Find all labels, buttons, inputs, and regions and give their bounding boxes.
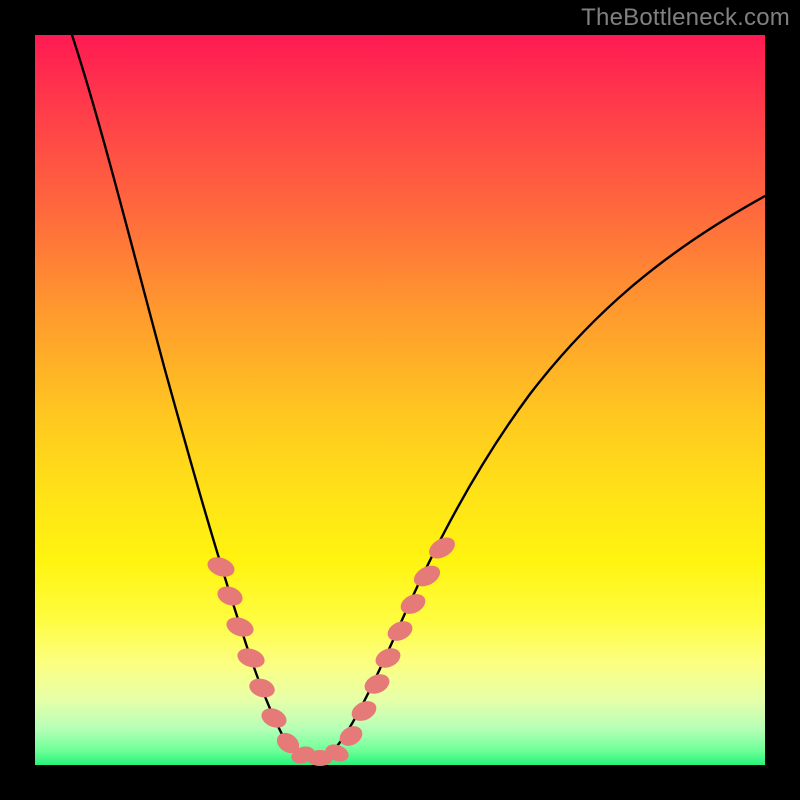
- watermark-text: TheBottleneck.com: [581, 4, 790, 32]
- plot-gradient-area: [35, 35, 765, 765]
- chart-frame: TheBottleneck.com: [0, 0, 800, 800]
